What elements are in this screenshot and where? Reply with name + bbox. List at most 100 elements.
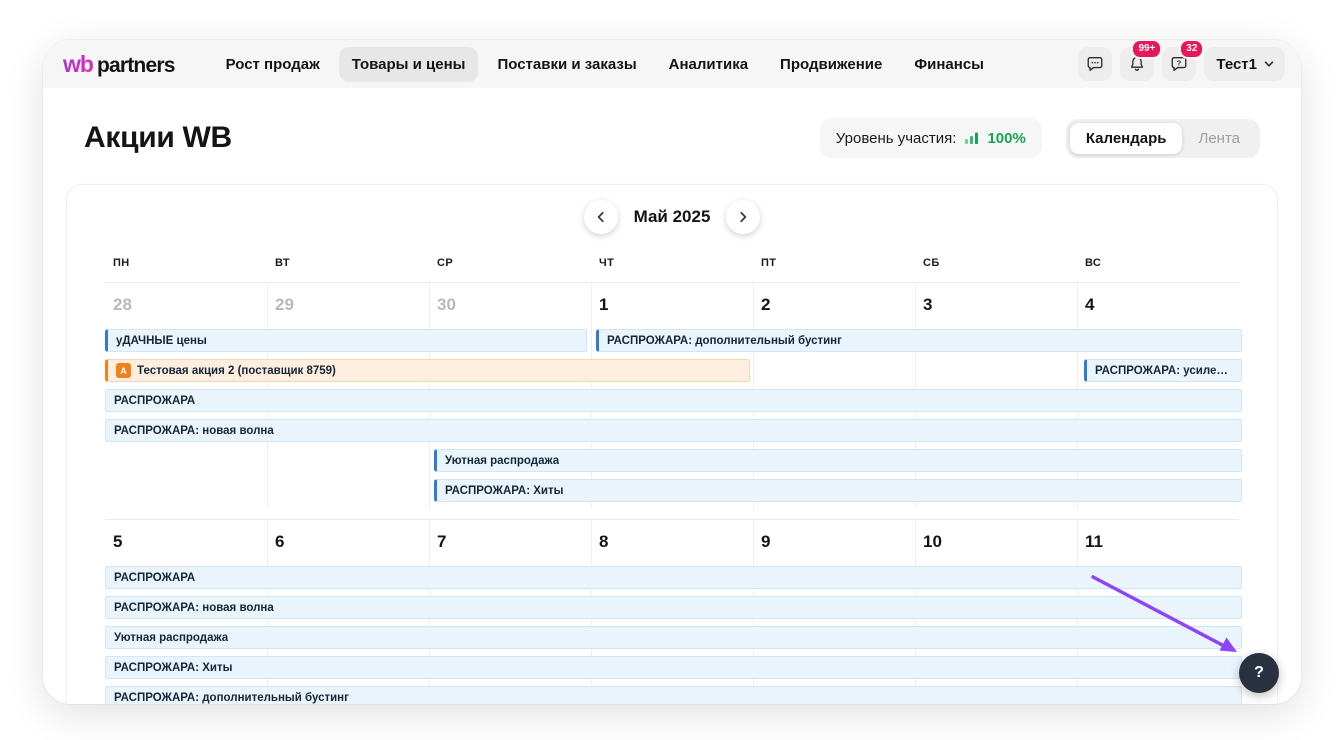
event-bar[interactable]: РАСПРОЖАРА: дополнительный бустинг	[596, 329, 1242, 352]
chevron-down-icon	[1263, 58, 1275, 70]
calendar-week-2: 5 6 7 8 9 10 11 РАСПРОЖАРА	[105, 519, 1239, 704]
event-row: РАСПРОЖАРА: Хиты	[105, 479, 1239, 509]
promotions-calendar-card: Май 2025 ПН ВТ СР ЧТ ПТ СБ ВС	[66, 184, 1278, 704]
event-label: РАСПРОЖАРА: новая волна	[114, 602, 274, 614]
account-label: Тест1	[1216, 56, 1257, 73]
event-label: РАСПРОЖАРА: Хиты	[114, 662, 232, 674]
main-nav: Рост продаж Товары и цены Поставки и зак…	[213, 47, 997, 82]
nav-item-analytics[interactable]: Аналитика	[656, 47, 761, 82]
event-bar[interactable]: РАСПРОЖАРА: новая волна	[105, 419, 1242, 442]
day-headers: ПН ВТ СР ЧТ ПТ СБ ВС	[105, 257, 1239, 269]
event-row: РАСПРОЖАРА	[105, 389, 1239, 419]
top-navigation-bar: wb partners Рост продаж Товары и цены По…	[43, 40, 1301, 88]
event-row: РАСПРОЖАРА: новая волна	[105, 596, 1239, 626]
event-row: Уютная распродажа	[105, 626, 1239, 656]
support-badge: 32	[1179, 40, 1204, 59]
date-cell: 2	[753, 295, 915, 323]
date-cell: 4	[1077, 295, 1239, 323]
event-bar[interactable]: РАСПРОЖАРА: Хиты	[434, 479, 1242, 502]
support-button[interactable]: 32 ?	[1162, 47, 1196, 81]
date-cell: 9	[753, 532, 915, 560]
event-label: Тестовая акция 2 (поставщик 8759)	[137, 365, 336, 377]
help-button[interactable]: ?	[1239, 653, 1279, 693]
week-1-events: уДАЧНЫЕ цены РАСПРОЖАРА: дополнительный …	[105, 329, 1239, 509]
event-label: РАСПРОЖАРА	[114, 572, 195, 584]
calendar-week-1: 28 29 30 1 2 3 4 уДАЧНЫЕ цены РАСПРОЖАРА…	[105, 282, 1239, 509]
event-bar[interactable]: РАСПРОЖАРА: Хиты	[105, 656, 1242, 679]
week-1-dates: 28 29 30 1 2 3 4	[105, 283, 1239, 323]
participation-level-pill: Уровень участия: 100%	[820, 118, 1042, 158]
event-label: уДАЧНЫЕ цены	[116, 335, 207, 347]
chat-icon	[1086, 55, 1104, 73]
event-row: уДАЧНЫЕ цены РАСПРОЖАРА: дополнительный …	[105, 329, 1239, 359]
event-bar[interactable]: РАСПРОЖАРА: новая волна	[105, 596, 1242, 619]
account-menu[interactable]: Тест1	[1204, 47, 1285, 81]
title-row: Акции WB Уровень участия: 100% Календарь…	[84, 116, 1260, 160]
logo-partners: partners	[97, 54, 175, 78]
day-header-mon: ПН	[105, 257, 267, 269]
wb-partners-logo[interactable]: wb partners	[63, 51, 175, 78]
signal-bars-icon	[964, 131, 979, 145]
nav-item-promotion[interactable]: Продвижение	[767, 47, 895, 82]
event-row: РАСПРОЖАРА	[105, 566, 1239, 596]
feed-view-button[interactable]: Лента	[1182, 123, 1256, 154]
event-bar[interactable]: РАСПРОЖАРА	[105, 566, 1242, 589]
chevron-left-icon	[594, 210, 608, 224]
event-bar[interactable]: Уютная распродажа	[105, 626, 1242, 649]
day-header-tue: ВТ	[267, 257, 429, 269]
event-row: A Тестовая акция 2 (поставщик 8759) РАСП…	[105, 359, 1239, 389]
event-label: РАСПРОЖАРА: новая волна	[114, 425, 274, 437]
day-header-thu: ЧТ	[591, 257, 753, 269]
page-content: Акции WB Уровень участия: 100% Календарь…	[43, 116, 1301, 704]
event-bar[interactable]: A Тестовая акция 2 (поставщик 8759)	[105, 359, 750, 382]
event-bar[interactable]: Уютная распродажа	[434, 449, 1242, 472]
nav-item-finance[interactable]: Финансы	[901, 47, 997, 82]
event-bar[interactable]: РАСПРОЖАРА: усилени...	[1084, 359, 1242, 382]
date-cell: 5	[105, 532, 267, 560]
event-row: РАСПРОЖАРА: дополнительный бустинг	[105, 686, 1239, 704]
event-label: РАСПРОЖАРА: дополнительный бустинг	[607, 335, 842, 347]
event-row: РАСПРОЖАРА: Хиты	[105, 656, 1239, 686]
next-month-button[interactable]	[726, 200, 760, 234]
svg-text:?: ?	[1177, 58, 1182, 67]
event-row: Уютная распродажа	[105, 449, 1239, 479]
participation-label: Уровень участия:	[836, 130, 957, 147]
nav-item-sales-growth[interactable]: Рост продаж	[213, 47, 333, 82]
event-label: РАСПРОЖАРА	[114, 395, 195, 407]
logo-wb: wb	[63, 51, 93, 78]
event-bar[interactable]: уДАЧНЫЕ цены	[105, 329, 587, 352]
date-cell: 8	[591, 532, 753, 560]
chevron-right-icon	[736, 210, 750, 224]
week-2-dates: 5 6 7 8 9 10 11	[105, 520, 1239, 560]
event-bar[interactable]: РАСПРОЖАРА: дополнительный бустинг	[105, 686, 1242, 704]
event-row: РАСПРОЖАРА: новая волна	[105, 419, 1239, 449]
date-cell: 7	[429, 532, 591, 560]
topbar-actions: 99+ 32 ? Тест1	[1078, 47, 1285, 81]
app-window: wb partners Рост продаж Товары и цены По…	[43, 40, 1301, 704]
prev-month-button[interactable]	[584, 200, 618, 234]
chat-button[interactable]	[1078, 47, 1112, 81]
page-title: Акции WB	[84, 121, 232, 155]
promo-flag-icon: A	[116, 363, 131, 378]
notifications-badge: 99+	[1131, 40, 1162, 59]
nav-item-supplies-orders[interactable]: Поставки и заказы	[484, 47, 649, 82]
date-cell: 10	[915, 532, 1077, 560]
day-header-sat: СБ	[915, 257, 1077, 269]
week-2-events: РАСПРОЖАРА РАСПРОЖАРА: новая волна Уютна…	[105, 566, 1239, 704]
notifications-button[interactable]: 99+	[1120, 47, 1154, 81]
calendar-view-button[interactable]: Календарь	[1070, 123, 1183, 154]
title-actions: Уровень участия: 100% Календарь Лента	[820, 118, 1260, 158]
event-label: РАСПРОЖАРА: Хиты	[445, 485, 563, 497]
event-label: РАСПРОЖАРА: дополнительный бустинг	[114, 692, 349, 704]
month-navigation: Май 2025	[105, 199, 1239, 235]
month-label: Май 2025	[634, 207, 711, 227]
event-label: Уютная распродажа	[114, 632, 228, 644]
day-header-wed: СР	[429, 257, 591, 269]
date-cell: 29	[267, 295, 429, 323]
event-bar[interactable]: РАСПРОЖАРА	[105, 389, 1242, 412]
nav-item-goods-prices[interactable]: Товары и цены	[339, 47, 479, 82]
view-toggle: Календарь Лента	[1066, 119, 1260, 158]
date-cell: 11	[1077, 532, 1239, 560]
participation-value: 100%	[987, 130, 1025, 147]
event-label: РАСПРОЖАРА: усилени...	[1095, 365, 1233, 377]
